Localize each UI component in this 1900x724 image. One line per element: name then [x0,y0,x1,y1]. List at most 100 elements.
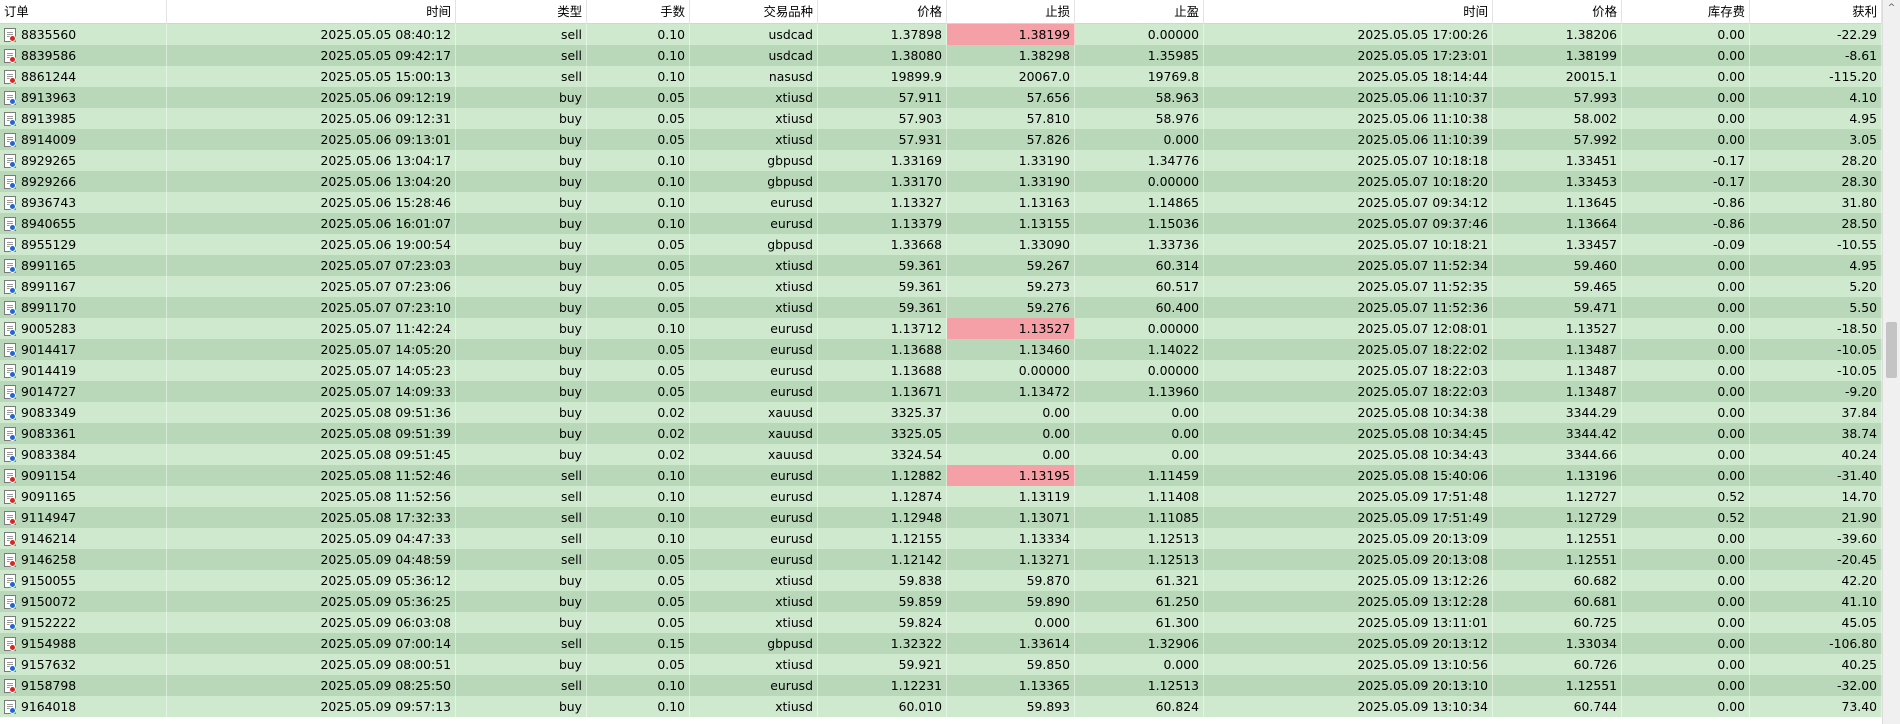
stop-loss-cell: 1.33190 [947,150,1075,171]
open-time-cell: 2025.05.06 19:00:54 [167,234,456,255]
table-row[interactable]: 9154988 2025.05.09 07:00:14 sell 0.15 gbpusd… [0,633,1882,654]
symbol-cell: xtiusd [690,108,818,129]
table-row[interactable]: 9091154 2025.05.08 11:52:46 sell 0.10 eurusd… [0,465,1882,486]
col-header-open-time[interactable]: 时间 / [167,0,456,24]
open-time-cell: 2025.05.07 14:05:23 [167,360,456,381]
col-header-close-price[interactable]: 价格 [1493,0,1622,24]
type-cell: buy [456,654,587,675]
col-header-close-time[interactable]: 时间 [1204,0,1493,24]
table-row[interactable]: 9158798 2025.05.09 08:25:50 sell 0.10 eurusd… [0,675,1882,696]
col-header-profit[interactable]: 获利 [1750,0,1882,24]
order-number: 8991165 [21,258,77,273]
type-cell: buy [456,444,587,465]
order-cell: 8940655 [0,213,167,234]
buy-order-icon [3,195,16,210]
table-row[interactable]: 9150072 2025.05.09 05:36:25 buy 0.05 xtiusd 5… [0,591,1882,612]
stop-loss-cell: 1.13472 [947,381,1075,402]
buy-order-icon [3,405,16,420]
buy-order-icon [3,153,16,168]
close-price-cell: 59.460 [1493,255,1622,276]
close-price-cell: 1.13487 [1493,339,1622,360]
swap-cell: 0.00 [1622,591,1750,612]
table-row[interactable]: 8991165 2025.05.07 07:23:03 buy 0.05 xtiusd 5… [0,255,1882,276]
table-row[interactable]: 8835560 2025.05.05 08:40:12 sell 0.10 usdcad… [0,24,1882,45]
swap-cell: -0.17 [1622,150,1750,171]
table-row[interactable]: 8940655 2025.05.06 16:01:07 buy 0.10 eurusd 1… [0,213,1882,234]
table-row[interactable]: 9152222 2025.05.09 06:03:08 buy 0.05 xtiusd 5… [0,612,1882,633]
type-cell: buy [456,255,587,276]
table-row[interactable]: 8913963 2025.05.06 09:12:19 buy 0.05 xtiusd 5… [0,87,1882,108]
sell-order-icon [3,48,16,63]
table-row[interactable]: 8955129 2025.05.06 19:00:54 buy 0.05 gbpusd 1… [0,234,1882,255]
table-row[interactable]: 9083349 2025.05.08 09:51:36 buy 0.02 xauusd 3… [0,402,1882,423]
table-row[interactable]: 9005283 2025.05.07 11:42:24 buy 0.10 eurusd 1… [0,318,1882,339]
table-row[interactable]: 8936743 2025.05.06 15:28:46 buy 0.10 eurusd 1… [0,192,1882,213]
open-time-cell: 2025.05.09 06:03:08 [167,612,456,633]
scroll-up-arrow-icon[interactable]: ^ [1883,0,1900,17]
table-row[interactable]: 9014727 2025.05.07 14:09:33 buy 0.05 eurusd 1… [0,381,1882,402]
col-header-volume[interactable]: 手数 [587,0,690,24]
table-row[interactable]: 9150055 2025.05.09 05:36:12 buy 0.05 xtiusd 5… [0,570,1882,591]
open-price-cell: 1.13671 [818,381,947,402]
close-price-cell: 1.33034 [1493,633,1622,654]
table-row[interactable]: 9146258 2025.05.09 04:48:59 sell 0.05 eurusd… [0,549,1882,570]
symbol-cell: eurusd [690,486,818,507]
table-row[interactable]: 9164018 2025.05.09 09:57:13 buy 0.10 xtiusd 6… [0,696,1882,717]
type-cell: buy [456,570,587,591]
col-header-label: 获利 [1852,4,1877,19]
swap-cell: -0.86 [1622,192,1750,213]
close-time-cell: 2025.05.09 13:12:28 [1204,591,1493,612]
stop-loss-cell: 0.00 [947,444,1075,465]
table-row[interactable]: 8913985 2025.05.06 09:12:31 buy 0.05 xtiusd 5… [0,108,1882,129]
type-cell: sell [456,66,587,87]
col-header-open-price[interactable]: 价格 [818,0,947,24]
table-row[interactable]: 9146214 2025.05.09 04:47:33 sell 0.10 eurusd… [0,528,1882,549]
col-header-symbol[interactable]: 交易品种 [690,0,818,24]
type-cell: sell [456,507,587,528]
table-row[interactable]: 8914009 2025.05.06 09:13:01 buy 0.05 xtiusd 5… [0,129,1882,150]
table-row[interactable]: 8991170 2025.05.07 07:23:10 buy 0.05 xtiusd 5… [0,297,1882,318]
table-row[interactable]: 8839586 2025.05.05 09:42:17 sell 0.10 usdcad… [0,45,1882,66]
close-time-cell: 2025.05.05 17:00:26 [1204,24,1493,45]
col-header-order[interactable]: 订单 [0,0,167,24]
table-row[interactable]: 9083384 2025.05.08 09:51:45 buy 0.02 xauusd 3… [0,444,1882,465]
table-row[interactable]: 8929266 2025.05.06 13:04:20 buy 0.10 gbpusd 1… [0,171,1882,192]
col-header-stop-loss[interactable]: 止损 [947,0,1075,24]
table-row[interactable]: 9091165 2025.05.08 11:52:56 sell 0.10 eurusd… [0,486,1882,507]
table-row[interactable]: 9014419 2025.05.07 14:05:23 buy 0.05 eurusd 1… [0,360,1882,381]
open-time-cell: 2025.05.07 14:09:33 [167,381,456,402]
table-row[interactable]: 9114947 2025.05.08 17:32:33 sell 0.10 eurusd… [0,507,1882,528]
table-row[interactable]: 8861244 2025.05.05 15:00:13 sell 0.10 nasusd… [0,66,1882,87]
close-time-cell: 2025.05.09 13:11:01 [1204,612,1493,633]
take-profit-cell: 60.517 [1075,276,1204,297]
close-price-cell: 20015.1 [1493,66,1622,87]
table-row[interactable]: 9083361 2025.05.08 09:51:39 buy 0.02 xauusd 3… [0,423,1882,444]
take-profit-cell: 61.250 [1075,591,1204,612]
profit-cell: 73.40 [1750,696,1882,717]
col-header-label: 类型 [557,4,582,19]
col-header-type[interactable]: 类型 [456,0,587,24]
stop-loss-cell: 1.33614 [947,633,1075,654]
swap-cell: 0.00 [1622,24,1750,45]
vertical-scrollbar[interactable]: ^ [1882,0,1900,724]
type-cell: sell [456,465,587,486]
table-row[interactable]: 8991167 2025.05.07 07:23:06 buy 0.05 xtiusd 5… [0,276,1882,297]
col-header-label: 交易品种 [763,4,813,19]
buy-order-icon [3,447,16,462]
buy-order-icon [3,363,16,378]
stop-loss-cell: 1.13527 [947,318,1075,339]
col-header-take-profit[interactable]: 止盈 [1075,0,1204,24]
table-row[interactable]: 9157632 2025.05.09 08:00:51 buy 0.05 xtiusd 5… [0,654,1882,675]
type-cell: sell [456,528,587,549]
volume-cell: 0.05 [587,549,690,570]
table-row[interactable]: 9014417 2025.05.07 14:05:20 buy 0.05 eurusd 1… [0,339,1882,360]
stop-loss-cell: 1.13365 [947,675,1075,696]
open-time-cell: 2025.05.09 08:25:50 [167,675,456,696]
profit-cell: 31.80 [1750,192,1882,213]
table-row[interactable]: 8929265 2025.05.06 13:04:17 buy 0.10 gbpusd 1… [0,150,1882,171]
col-header-label: 手数 [660,4,685,19]
scroll-thumb[interactable] [1886,322,1897,378]
col-header-swap[interactable]: 库存费 [1622,0,1750,24]
close-time-cell: 2025.05.05 17:23:01 [1204,45,1493,66]
symbol-cell: eurusd [690,192,818,213]
